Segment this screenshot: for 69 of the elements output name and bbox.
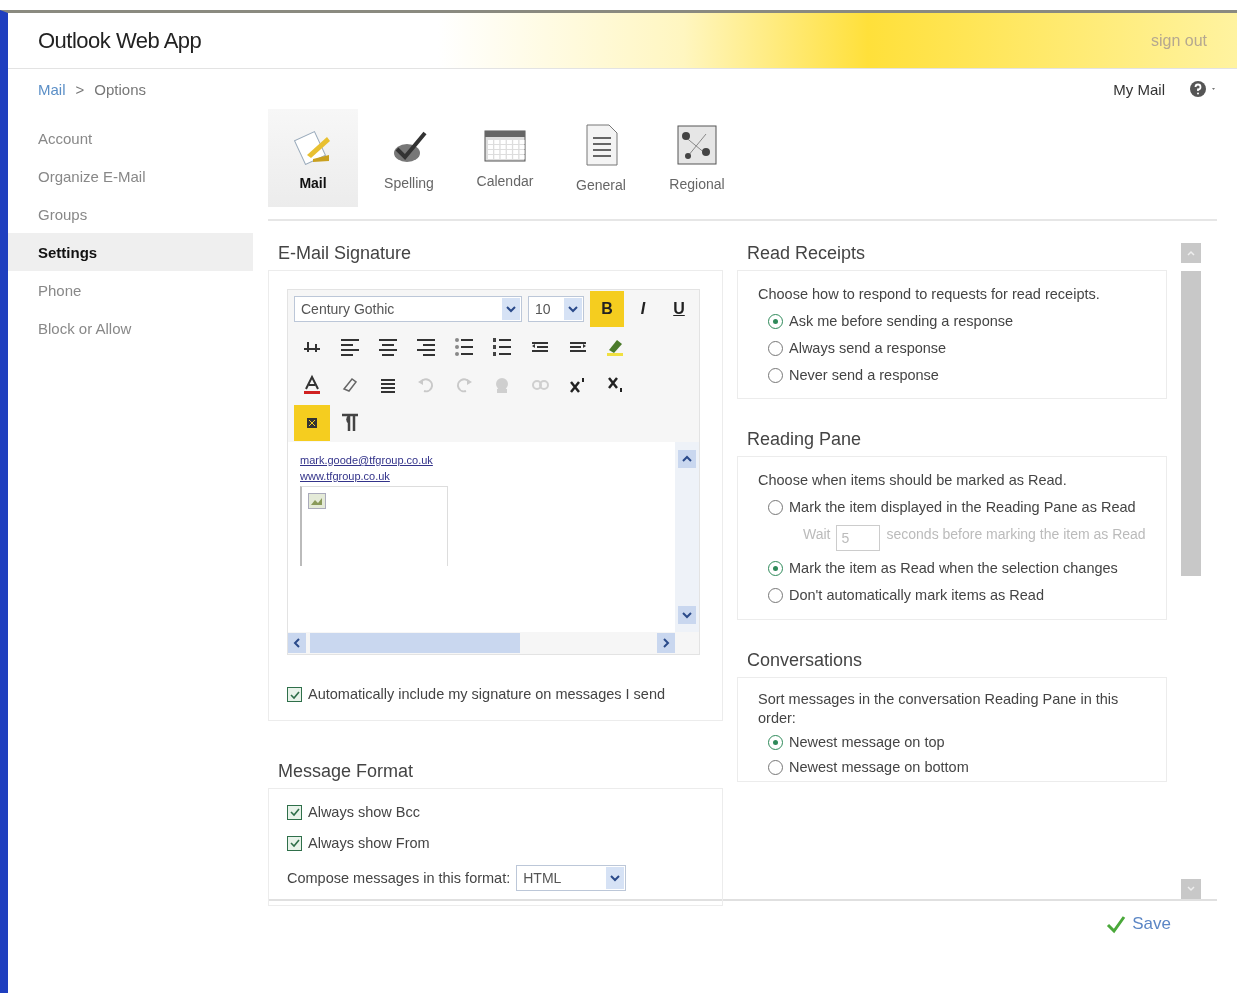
bullet-list-icon (453, 336, 475, 358)
help-button[interactable] (1189, 80, 1217, 98)
options-tab[interactable]: Mail (268, 109, 358, 207)
section-title: Read Receipts (746, 243, 867, 265)
format-button[interactable]: B (590, 291, 624, 327)
check-icon (1106, 914, 1127, 934)
check-icon (289, 807, 300, 818)
field-label: Compose messages in this format: (287, 869, 511, 886)
vertical-scrollbar[interactable] (675, 442, 699, 632)
align-left-icon (339, 336, 361, 358)
font-select[interactable]: Century Gothic (294, 296, 522, 322)
app-logo: Outlook Web App (38, 27, 202, 54)
radio-option[interactable]: Mark the item as Read when the selection changes (758, 559, 1146, 578)
format-select[interactable]: HTML (516, 864, 627, 891)
sidebar-item[interactable]: Phone (8, 271, 253, 309)
section-title: E-Mail Signature (277, 243, 413, 265)
sidebar-item[interactable]: Block or Allow (8, 309, 253, 347)
radio-option[interactable]: Ask me before sending a response (758, 311, 1146, 331)
section-prompt: Choose how to respond to requests for read receipts. (758, 285, 1101, 304)
my-mail-link[interactable]: My Mail (1113, 80, 1165, 98)
breadcrumb-current[interactable]: Options (94, 80, 146, 98)
sidebar-item[interactable]: Organize E-Mail (8, 157, 253, 195)
size-select[interactable]: 10 (528, 296, 584, 322)
format-button[interactable]: I (626, 291, 660, 327)
format-button[interactable]: U (662, 291, 696, 327)
image-icon (308, 493, 326, 509)
signature-link[interactable]: www.tfgroup.co.uk (300, 470, 663, 482)
align-center-icon (377, 336, 399, 358)
sidebar-item[interactable]: Account (8, 119, 253, 157)
pilcrow-icon (339, 412, 361, 434)
checkbox-option[interactable]: Always show From (287, 833, 704, 853)
numbered-list-icon (491, 336, 513, 358)
checkbox-option[interactable]: Always show Bcc (287, 802, 704, 822)
map-icon (676, 124, 718, 166)
options-tab[interactable]: General (556, 109, 646, 207)
radio-option[interactable]: Don't automatically mark items as Read (758, 585, 1146, 605)
radio-option[interactable]: Always send a response (758, 338, 1146, 358)
checkbox-option[interactable]: Automatically include my signature on messages I send (287, 685, 700, 704)
check-icon (289, 838, 300, 849)
options-tab[interactable]: Spelling (364, 109, 454, 207)
section-prompt: Choose when items should be marked as Read. (758, 471, 1068, 491)
save-button[interactable]: Save (1100, 913, 1177, 935)
radio-option[interactable]: Newest message on bottom (758, 758, 1146, 778)
options-tab[interactable]: Calendar (460, 109, 550, 207)
scrollbar-thumb[interactable] (310, 633, 520, 653)
scroll-right-icon[interactable] (657, 633, 675, 653)
signature-link[interactable]: mark.goode@tfgroup.co.uk (300, 454, 663, 466)
radio-option[interactable]: Mark the item displayed in the Reading Pane as Read (758, 498, 1146, 518)
breadcrumb-separator: > (75, 80, 85, 98)
font-color-icon (301, 374, 323, 396)
section-title: Conversations (746, 649, 864, 672)
field-label: seconds before marking the item as Read (886, 525, 1146, 544)
toolbar-button[interactable] (294, 405, 330, 441)
options-tab[interactable]: Regional (652, 109, 742, 207)
calendar-icon (483, 127, 527, 163)
section-title: Reading Pane (746, 429, 863, 452)
field-label: Wait (803, 525, 831, 544)
sidebar-item[interactable]: Groups (8, 195, 253, 233)
scroll-up-icon[interactable] (678, 450, 696, 468)
sidebar-item[interactable]: Settings (8, 233, 253, 271)
section-title: Message Format (277, 760, 415, 783)
radio-option[interactable]: Never send a response (758, 365, 1146, 385)
radio-option[interactable]: Newest message on top (758, 733, 1146, 753)
scroll-left-icon[interactable] (288, 633, 306, 653)
section-prompt: Sort messages in the conversation Reading Pane in this order: (758, 689, 1120, 728)
help-icon (1189, 80, 1217, 98)
scroll-down-icon[interactable] (678, 606, 696, 624)
align-right-icon (415, 336, 437, 358)
check-icon (289, 689, 300, 700)
